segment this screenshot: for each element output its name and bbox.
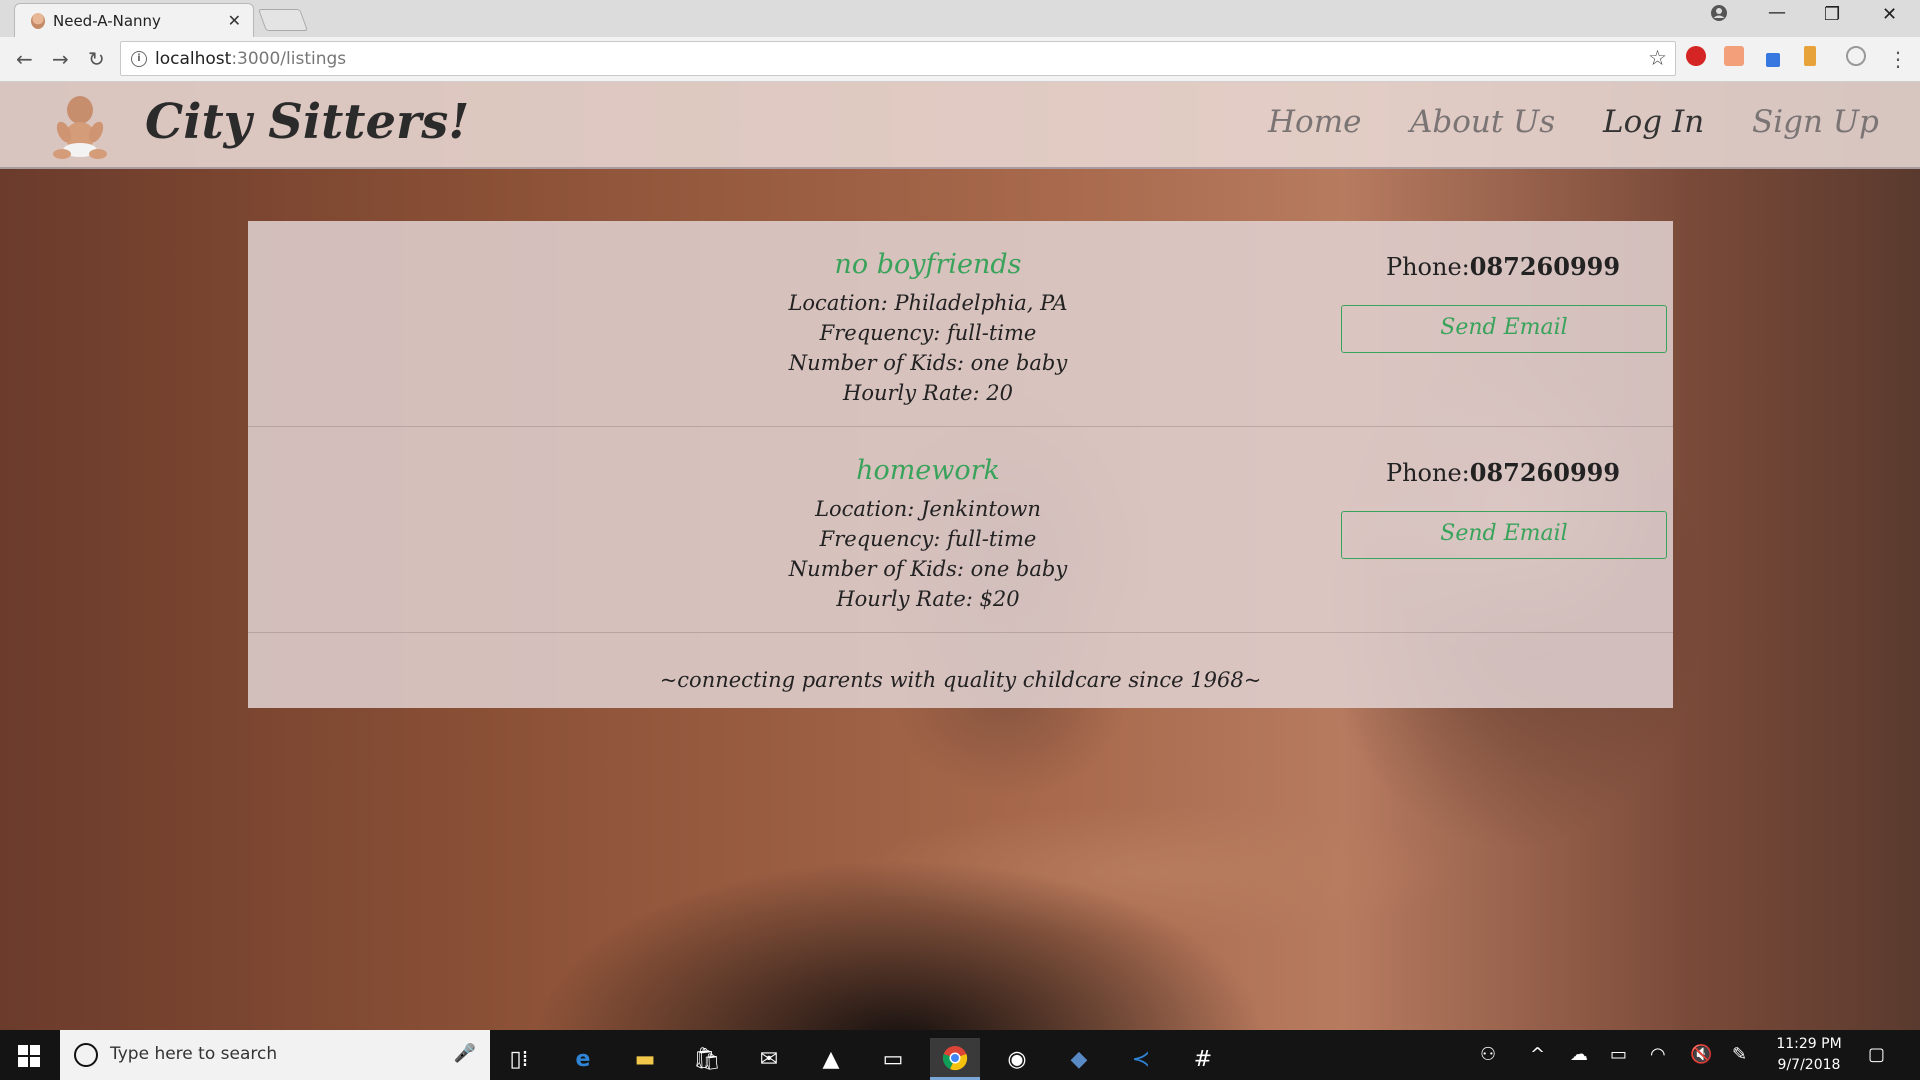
chrome-icon[interactable] — [930, 1038, 980, 1080]
bookmark-star-icon[interactable]: ☆ — [1648, 46, 1667, 70]
tab-title: Need-A-Nanny — [53, 12, 161, 30]
windows-start-icon[interactable] — [18, 1045, 40, 1067]
listing-title: homework — [856, 455, 1000, 486]
site-tagline: ~connecting parents with quality childca… — [659, 668, 1262, 692]
people-icon[interactable]: ⚇ — [1480, 1044, 1496, 1065]
edge-icon[interactable]: e — [558, 1038, 608, 1080]
send-email-button[interactable]: Send Email — [1341, 305, 1667, 353]
listing-phone: Phone:087260999 — [1385, 458, 1621, 487]
extension-hammer-icon[interactable] — [1804, 46, 1816, 66]
baby-logo-icon[interactable] — [50, 92, 110, 160]
clock-time: 11:29 PM — [1776, 1036, 1842, 1052]
info-icon[interactable]: i — [131, 51, 147, 67]
pen-workspace-icon[interactable]: ✎ — [1732, 1044, 1747, 1065]
nav-about-us[interactable]: About Us — [1410, 104, 1555, 140]
maximize-icon[interactable]: ❐ — [1824, 4, 1840, 25]
back-icon[interactable]: ← — [16, 47, 33, 71]
listing-card: homework Location: Jenkintown Frequency:… — [248, 427, 1673, 633]
extension-red-icon[interactable] — [1686, 46, 1706, 66]
site-header: City Sitters! Home About Us Log In Sign … — [0, 82, 1920, 169]
account-icon[interactable] — [1710, 4, 1728, 27]
onedrive-icon[interactable]: ☁ — [1570, 1044, 1588, 1065]
reload-icon[interactable]: ↻ — [88, 47, 105, 71]
listing-frequency: Frequency: full-time — [819, 321, 1037, 345]
wifi-icon[interactable]: ◠ — [1650, 1044, 1666, 1065]
nav-sign-up[interactable]: Sign Up — [1752, 104, 1879, 140]
listing-rate: Hourly Rate: $20 — [836, 587, 1020, 611]
taskbar-clock[interactable]: 11:29 PM 9/7/2018 — [1754, 1034, 1864, 1076]
nav-log-in[interactable]: Log In — [1603, 104, 1704, 140]
browser-tab[interactable]: Need-A-Nanny ✕ — [14, 3, 254, 37]
action-center-icon[interactable]: ▢ — [1868, 1044, 1885, 1065]
address-url[interactable]: localhost:3000/listings — [155, 49, 346, 69]
clock-date: 9/7/2018 — [1777, 1057, 1841, 1073]
extension-circle-icon[interactable] — [1846, 46, 1866, 66]
listing-location: Location: Philadelphia, PA — [788, 291, 1068, 315]
terminal-icon[interactable]: ▭ — [868, 1038, 918, 1080]
listing-card: no boyfriends Location: Philadelphia, PA… — [248, 221, 1673, 427]
nav-home[interactable]: Home — [1268, 104, 1361, 140]
site-brand[interactable]: City Sitters! — [145, 94, 469, 150]
listing-phone: Phone:087260999 — [1385, 252, 1621, 281]
vscode-icon[interactable]: ≺ — [1116, 1038, 1166, 1080]
address-bar[interactable]: i localhost:3000/listings ☆ — [120, 41, 1676, 76]
show-hidden-icons[interactable]: ^ — [1530, 1044, 1545, 1065]
browser-toolbar: ← → ↻ i localhost:3000/listings ☆ ⋮ — [0, 37, 1920, 82]
mysql-workbench-icon[interactable]: ◆ — [1054, 1038, 1104, 1080]
forward-icon[interactable]: → — [52, 47, 69, 71]
mail-icon[interactable]: ✉ — [744, 1038, 794, 1080]
battery-icon[interactable]: ▭ — [1610, 1044, 1627, 1065]
listing-title: no boyfriends — [834, 249, 1022, 280]
close-icon[interactable]: ✕ — [1882, 4, 1897, 25]
listing-location: Location: Jenkintown — [815, 497, 1041, 521]
store-icon[interactable]: 🛍 — [682, 1038, 732, 1080]
photos-icon[interactable]: ▲ — [806, 1038, 856, 1080]
cortana-icon — [74, 1043, 98, 1067]
listing-frequency: Frequency: full-time — [819, 527, 1037, 551]
taskbar-search-placeholder: Type here to search — [110, 1044, 278, 1064]
listings-panel: no boyfriends Location: Philadelphia, PA… — [248, 221, 1673, 708]
baby-favicon-icon — [31, 13, 45, 29]
menu-icon[interactable]: ⋮ — [1888, 47, 1908, 71]
windows-taskbar: Type here to search 🎤 ▯⁞ e ▬ 🛍 ✉ ▲ ▭ ◉ ◆… — [0, 1030, 1920, 1080]
postgres-icon[interactable]: ◉ — [992, 1038, 1042, 1080]
page-background: City Sitters! Home About Us Log In Sign … — [0, 82, 1920, 1030]
new-tab-button[interactable] — [257, 9, 309, 31]
listing-kids: Number of Kids: one baby — [788, 351, 1068, 375]
extension-arrow-icon[interactable] — [1724, 46, 1744, 66]
listing-kids: Number of Kids: one baby — [788, 557, 1068, 581]
minimize-icon[interactable]: — — [1768, 2, 1786, 23]
browser-tab-strip: Need-A-Nanny ✕ — ❐ ✕ — [0, 0, 1920, 37]
task-view-icon[interactable]: ▯⁞ — [494, 1038, 544, 1080]
file-explorer-icon[interactable]: ▬ — [620, 1038, 670, 1080]
volume-muted-icon[interactable]: 🔇 — [1690, 1044, 1712, 1065]
send-email-button[interactable]: Send Email — [1341, 511, 1667, 559]
extension-pen-icon[interactable] — [1766, 53, 1780, 67]
slack-icon[interactable]: # — [1178, 1038, 1228, 1080]
listing-rate: Hourly Rate: 20 — [843, 381, 1013, 405]
taskbar-search-box[interactable]: Type here to search 🎤 — [60, 1030, 490, 1080]
microphone-icon[interactable]: 🎤 — [454, 1043, 476, 1064]
tab-close-icon[interactable]: ✕ — [228, 11, 241, 30]
